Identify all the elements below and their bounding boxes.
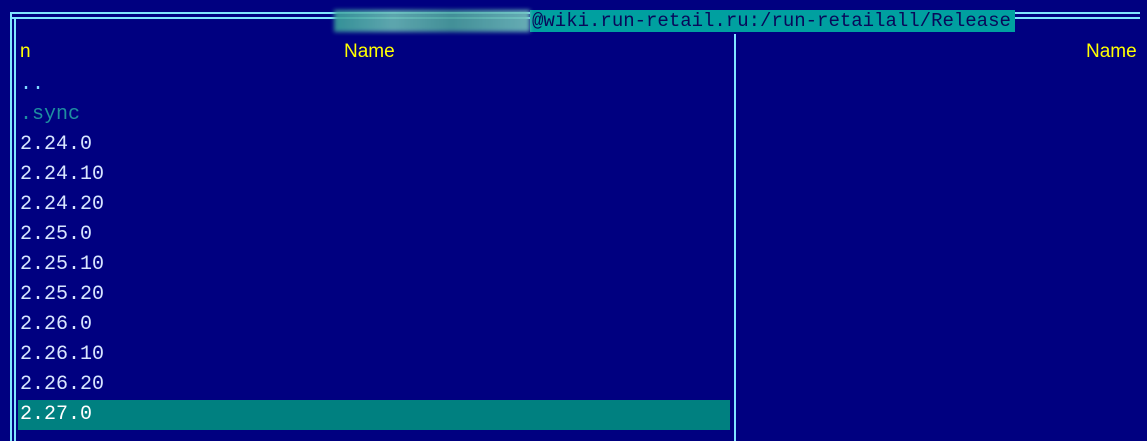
left-border-inner — [14, 17, 16, 441]
list-item[interactable]: 2.26.20 — [18, 370, 730, 400]
left-border — [10, 12, 12, 441]
panel-title: @wiki.run-retail.ru:/run-retailall/Relea… — [334, 10, 1015, 32]
remote-path: @wiki.run-retail.ru:/run-retailall/Relea… — [530, 10, 1015, 32]
panel-divider — [734, 34, 736, 441]
column-header-name-left[interactable]: Name — [344, 40, 395, 64]
list-item[interactable]: 2.25.10 — [18, 250, 730, 280]
list-item[interactable]: 2.25.20 — [18, 280, 730, 310]
list-item-parent-dir[interactable]: .. — [18, 70, 730, 100]
list-item[interactable]: .sync — [18, 100, 730, 130]
column-header-name-right[interactable]: Name — [1086, 40, 1137, 64]
column-header-n[interactable]: n — [20, 40, 31, 64]
list-item[interactable]: 2.25.0 — [18, 220, 730, 250]
redacted-username — [334, 10, 530, 32]
list-item[interactable]: 2.24.0 — [18, 130, 730, 160]
left-file-list: .. .sync 2.24.0 2.24.10 2.24.20 2.25.0 2… — [18, 70, 730, 430]
list-item-selected[interactable]: 2.27.0 — [18, 400, 730, 430]
list-item[interactable]: 2.24.20 — [18, 190, 730, 220]
list-item[interactable]: 2.24.10 — [18, 160, 730, 190]
list-item[interactable]: 2.26.10 — [18, 340, 730, 370]
list-item[interactable]: 2.26.0 — [18, 310, 730, 340]
